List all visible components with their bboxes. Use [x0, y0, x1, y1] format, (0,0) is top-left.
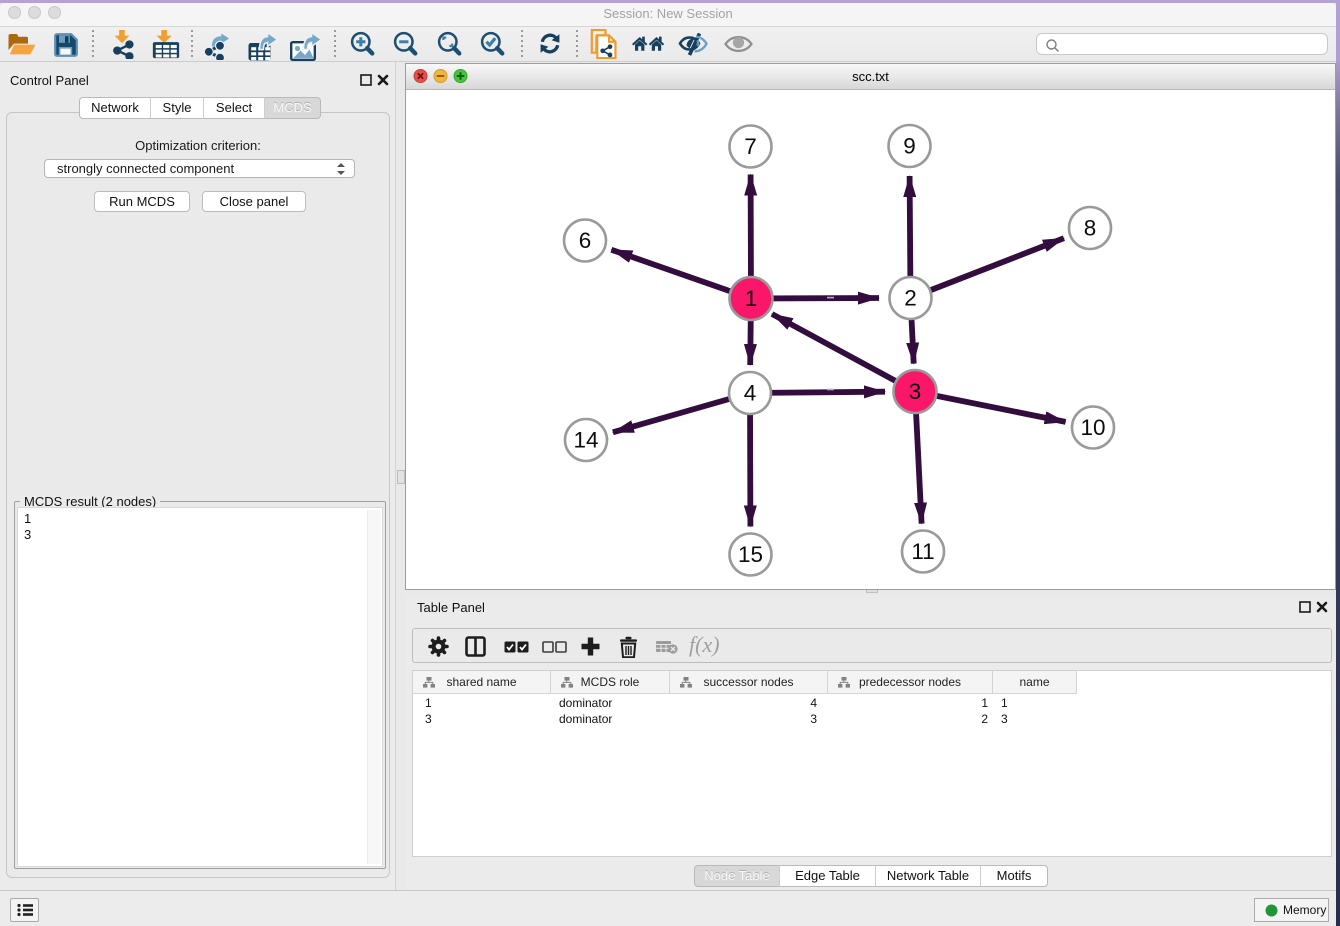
svg-text:8: 8	[1084, 216, 1097, 241]
svg-text:15: 15	[738, 542, 763, 567]
svg-text:1: 1	[745, 286, 758, 311]
svg-text:2: 2	[904, 286, 917, 311]
svg-text:3: 3	[909, 379, 922, 404]
svg-text:10: 10	[1080, 415, 1105, 440]
svg-text:6: 6	[579, 228, 592, 253]
svg-text:9: 9	[903, 134, 916, 159]
svg-text:11: 11	[911, 539, 934, 564]
svg-text:14: 14	[573, 428, 598, 453]
svg-text:7: 7	[744, 134, 757, 159]
svg-text:4: 4	[744, 381, 757, 406]
